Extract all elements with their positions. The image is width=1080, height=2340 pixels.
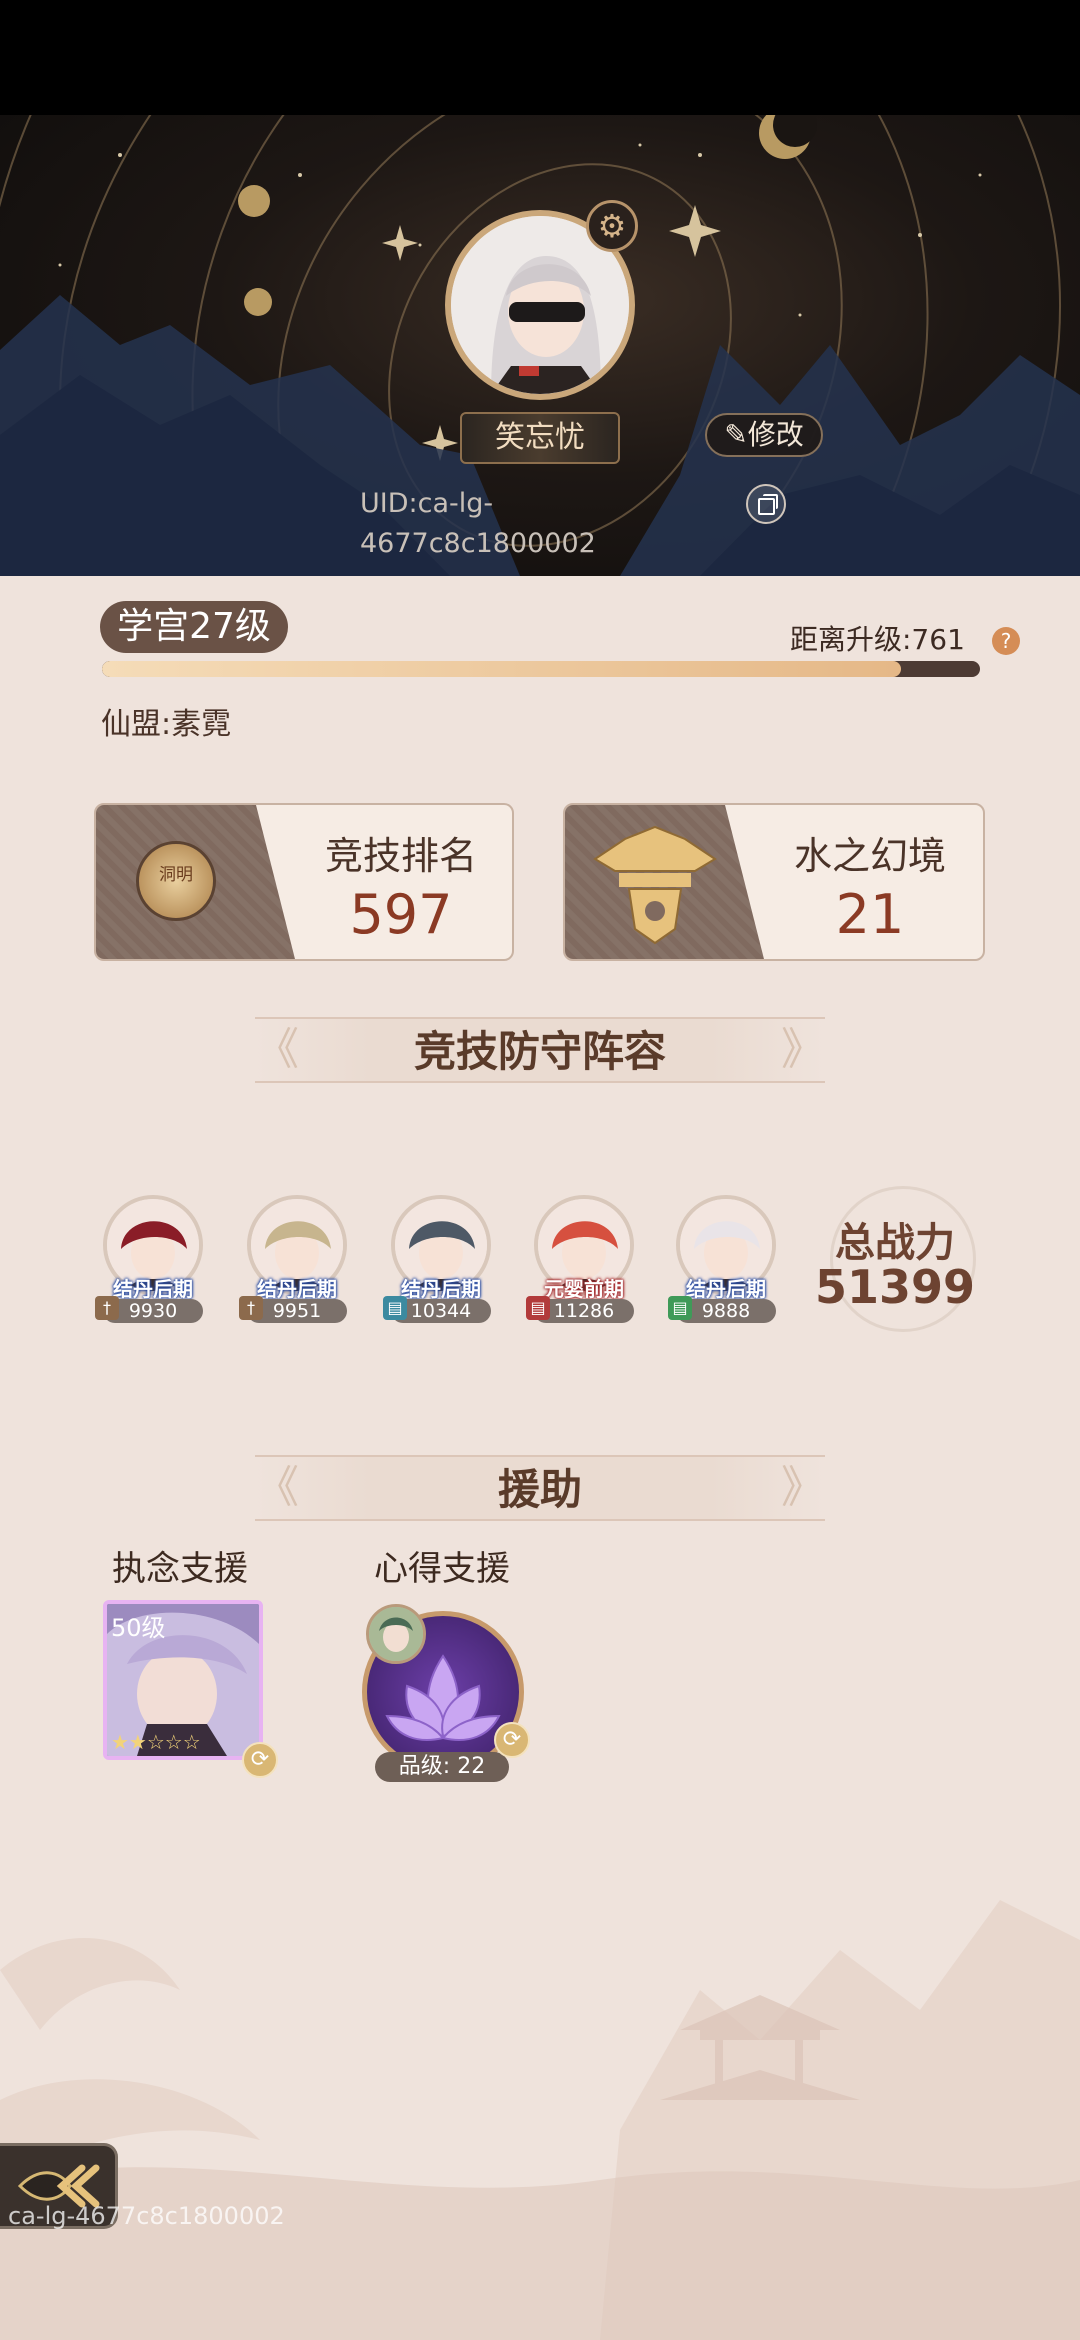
obsession-support-label: 执念支援 [112, 1549, 248, 1589]
water-emblem-icon [593, 825, 717, 945]
defense-hero-slot[interactable]: 结丹后期 9888 ▤ [667, 1195, 785, 1325]
swap-icon[interactable]: ⟳ [242, 1742, 278, 1778]
insight-grade: 品级: 22 [375, 1752, 509, 1782]
defense-hero-slot[interactable]: 元婴前期 11286 ▤ [525, 1195, 643, 1325]
help-icon[interactable]: ? [992, 627, 1020, 655]
scenery-background [0, 1900, 1080, 2340]
scroll-icon: ▤ [668, 1296, 692, 1320]
support-header: 《 援助 》 [255, 1455, 825, 1521]
defense-hero-slot[interactable]: 结丹后期 9930 † [94, 1195, 212, 1325]
scroll-icon: ▤ [526, 1296, 550, 1320]
player-name: 笑忘忧 [460, 412, 620, 464]
chevron-right-decor-icon: 》 [781, 1462, 825, 1513]
defense-lineup-title: 竞技防守阵容 [413, 1027, 666, 1076]
arena-rank-title: 竞技排名 [324, 834, 477, 878]
status-bar [0, 0, 1080, 115]
arena-emblem-icon: 洞明 [136, 841, 216, 921]
gear-icon[interactable]: ⚙ [586, 200, 638, 252]
scroll-icon: ▤ [383, 1296, 407, 1320]
arena-rank-value: 597 [349, 883, 453, 946]
obsession-support-card[interactable]: 50级 ★★☆☆☆ [103, 1600, 263, 1760]
arena-rank-card[interactable]: 洞明 竞技排名 597 [94, 803, 514, 961]
watermark: ca-lg-4677c8c1800002 [8, 2202, 285, 2230]
sword-icon: † [239, 1296, 263, 1320]
pencil-icon: ✎ [724, 418, 748, 451]
support-title: 援助 [497, 1465, 582, 1514]
chevron-left-decor-icon: 《 [255, 1024, 299, 1075]
obsession-stars: ★★☆☆☆ [111, 1730, 201, 1754]
edit-name-button[interactable]: ✎修改 [705, 413, 823, 457]
edit-label: 修改 [747, 418, 804, 451]
water-illusion-value: 21 [835, 883, 905, 946]
level-progress-fill [102, 661, 901, 677]
arena-emblem-text: 洞明 [159, 865, 193, 885]
chevron-left-decor-icon: 《 [255, 1462, 299, 1513]
water-illusion-card[interactable]: 水之幻境 21 [563, 803, 985, 961]
level-badge: 学宫27级 [100, 601, 288, 653]
defense-hero-slot[interactable]: 结丹后期 9951 † [238, 1195, 356, 1325]
water-illusion-title: 水之幻境 [793, 834, 946, 878]
swap-icon[interactable]: ⟳ [494, 1722, 530, 1758]
insight-support-label: 心得支援 [374, 1549, 510, 1589]
copy-icon[interactable] [746, 484, 786, 524]
defense-lineup-header: 《 竞技防守阵容 》 [255, 1017, 825, 1083]
defense-hero-slot[interactable]: 结丹后期 10344 ▤ [382, 1195, 500, 1325]
uid-text: UID:ca-lg-4677c8c1800002 [360, 488, 596, 559]
total-power-value: 51399 [814, 1260, 976, 1314]
sword-icon: † [95, 1296, 119, 1320]
mini-avatar-portrait [369, 1607, 423, 1661]
level-progress-bar [102, 661, 980, 677]
obsession-level: 50级 [111, 1614, 166, 1642]
level-remaining-text: 距离升级:761 [790, 623, 965, 656]
alliance-text: 仙盟:素霓 [101, 707, 232, 742]
chevron-right-decor-icon: 》 [781, 1024, 825, 1075]
insight-mini-avatar [366, 1604, 426, 1664]
